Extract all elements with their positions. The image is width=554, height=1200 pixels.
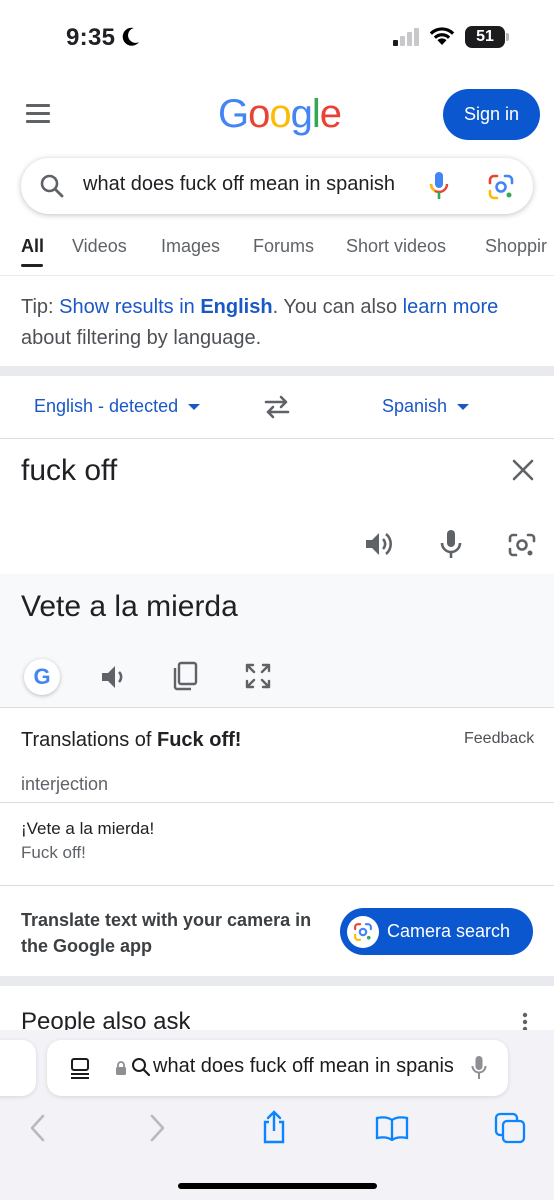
search-tabs: All Videos Images Forums Short videos Sh… <box>0 236 554 276</box>
address-bar[interactable]: what does fuck off mean in spanish <box>47 1040 508 1096</box>
translated-text: Vete a la mierda <box>21 590 238 623</box>
camera-translate-icon[interactable] <box>507 531 537 559</box>
tab-videos[interactable]: Videos <box>72 236 127 257</box>
tip-prefix: Tip: <box>21 296 60 318</box>
search-icon <box>132 1058 151 1077</box>
voice-search-icon[interactable] <box>428 171 450 201</box>
tab-all[interactable]: All <box>21 236 44 257</box>
google-lens-icon <box>347 915 379 948</box>
wifi-icon <box>429 27 455 45</box>
lock-icon <box>116 1061 126 1075</box>
address-text[interactable]: what does fuck off mean in spanish <box>153 1055 453 1078</box>
source-text-input[interactable]: fuck off <box>21 454 117 488</box>
home-indicator <box>178 1183 377 1189</box>
tab-short-videos[interactable]: Short videos <box>346 236 446 257</box>
sign-in-button[interactable]: Sign in <box>443 89 540 140</box>
part-of-speech: interjection <box>21 774 109 794</box>
language-selector: English - detected Spanish <box>0 376 554 438</box>
tabs-icon[interactable] <box>494 1112 526 1144</box>
search-box[interactable]: what does fuck off mean in spanish <box>21 158 533 214</box>
cellular-signal-icon <box>393 28 419 46</box>
language-tip: Tip: Show results in English. You can al… <box>21 292 536 354</box>
search-icon <box>40 174 64 198</box>
logo-letter: l <box>311 92 321 136</box>
status-time: 9:35 <box>66 24 116 51</box>
share-icon[interactable] <box>260 1110 288 1144</box>
camera-search-label: Camera search <box>387 921 511 941</box>
moon-icon <box>122 27 139 46</box>
people-also-ask-heading: People also ask <box>21 1008 191 1032</box>
source-language-dropdown[interactable]: English - detected <box>34 396 201 417</box>
fullscreen-icon[interactable] <box>245 663 271 689</box>
section-separator <box>0 976 554 986</box>
section-separator <box>0 366 554 376</box>
divider <box>0 802 554 803</box>
logo-letter: g <box>290 92 313 136</box>
back-translation: Fuck off! <box>21 843 86 862</box>
link-bold-text: English <box>200 296 273 318</box>
more-options-icon[interactable] <box>522 1012 528 1032</box>
page-menu-icon[interactable] <box>69 1057 91 1079</box>
google-lens-icon[interactable] <box>487 173 515 201</box>
learn-more-link[interactable]: learn more <box>403 296 499 318</box>
battery-percent: 51 <box>476 28 494 45</box>
translations-heading: Translations of Fuck off! <box>21 729 241 752</box>
logo-letter: o <box>248 92 270 136</box>
tab-shopping[interactable]: Shoppir <box>485 236 547 257</box>
target-language-dropdown[interactable]: Spanish <box>382 396 470 417</box>
divider <box>0 885 554 886</box>
tip-middle: . You can also <box>272 296 403 318</box>
logo-letter: G <box>218 92 249 136</box>
microphone-icon[interactable] <box>439 529 463 559</box>
clear-icon[interactable] <box>512 459 534 481</box>
google-g-icon[interactable]: G <box>24 659 60 695</box>
camera-search-button[interactable]: Camera search <box>340 908 533 955</box>
target-language-label: Spanish <box>382 396 448 416</box>
active-tab-indicator <box>21 264 43 267</box>
show-results-english-link[interactable]: Show results in English <box>59 296 272 318</box>
copy-icon[interactable] <box>172 661 198 691</box>
divider <box>0 707 554 708</box>
swap-languages-icon[interactable] <box>262 394 292 420</box>
battery-cap <box>506 33 509 41</box>
caret-down-icon <box>188 404 201 411</box>
status-bar: 9:35 51 <box>0 0 554 75</box>
tabs-divider <box>0 275 554 276</box>
link-text: Show results in <box>59 296 201 318</box>
previous-tab-preview[interactable] <box>0 1040 36 1096</box>
speaker-icon[interactable] <box>364 530 394 558</box>
translation-entry[interactable]: ¡Vete a la mierda! <box>21 819 154 839</box>
search-input[interactable]: what does fuck off mean in spanish <box>83 173 413 196</box>
heading-prefix: Translations of <box>21 729 157 751</box>
speaker-icon[interactable] <box>100 663 130 691</box>
forward-icon[interactable] <box>147 1113 167 1143</box>
tab-images[interactable]: Images <box>161 236 220 257</box>
battery-indicator: 51 <box>465 26 505 48</box>
heading-term: Fuck off! <box>157 729 242 751</box>
tip-suffix: about filtering by language. <box>21 327 262 349</box>
bookmarks-icon[interactable] <box>375 1115 409 1141</box>
logo-letter: e <box>319 92 342 136</box>
caret-down-icon <box>457 404 470 411</box>
hamburger-menu-icon[interactable] <box>26 104 52 124</box>
back-icon[interactable] <box>28 1113 48 1143</box>
logo-letter: o <box>269 92 291 136</box>
tab-forums[interactable]: Forums <box>253 236 314 257</box>
google-logo[interactable]: Google <box>218 92 342 137</box>
feedback-link[interactable]: Feedback <box>464 730 534 748</box>
dictation-mic-icon[interactable] <box>471 1055 487 1081</box>
camera-promo-text: Translate text with your camera in the G… <box>21 910 312 956</box>
source-language-label: English - detected <box>34 396 179 416</box>
divider <box>0 438 554 439</box>
